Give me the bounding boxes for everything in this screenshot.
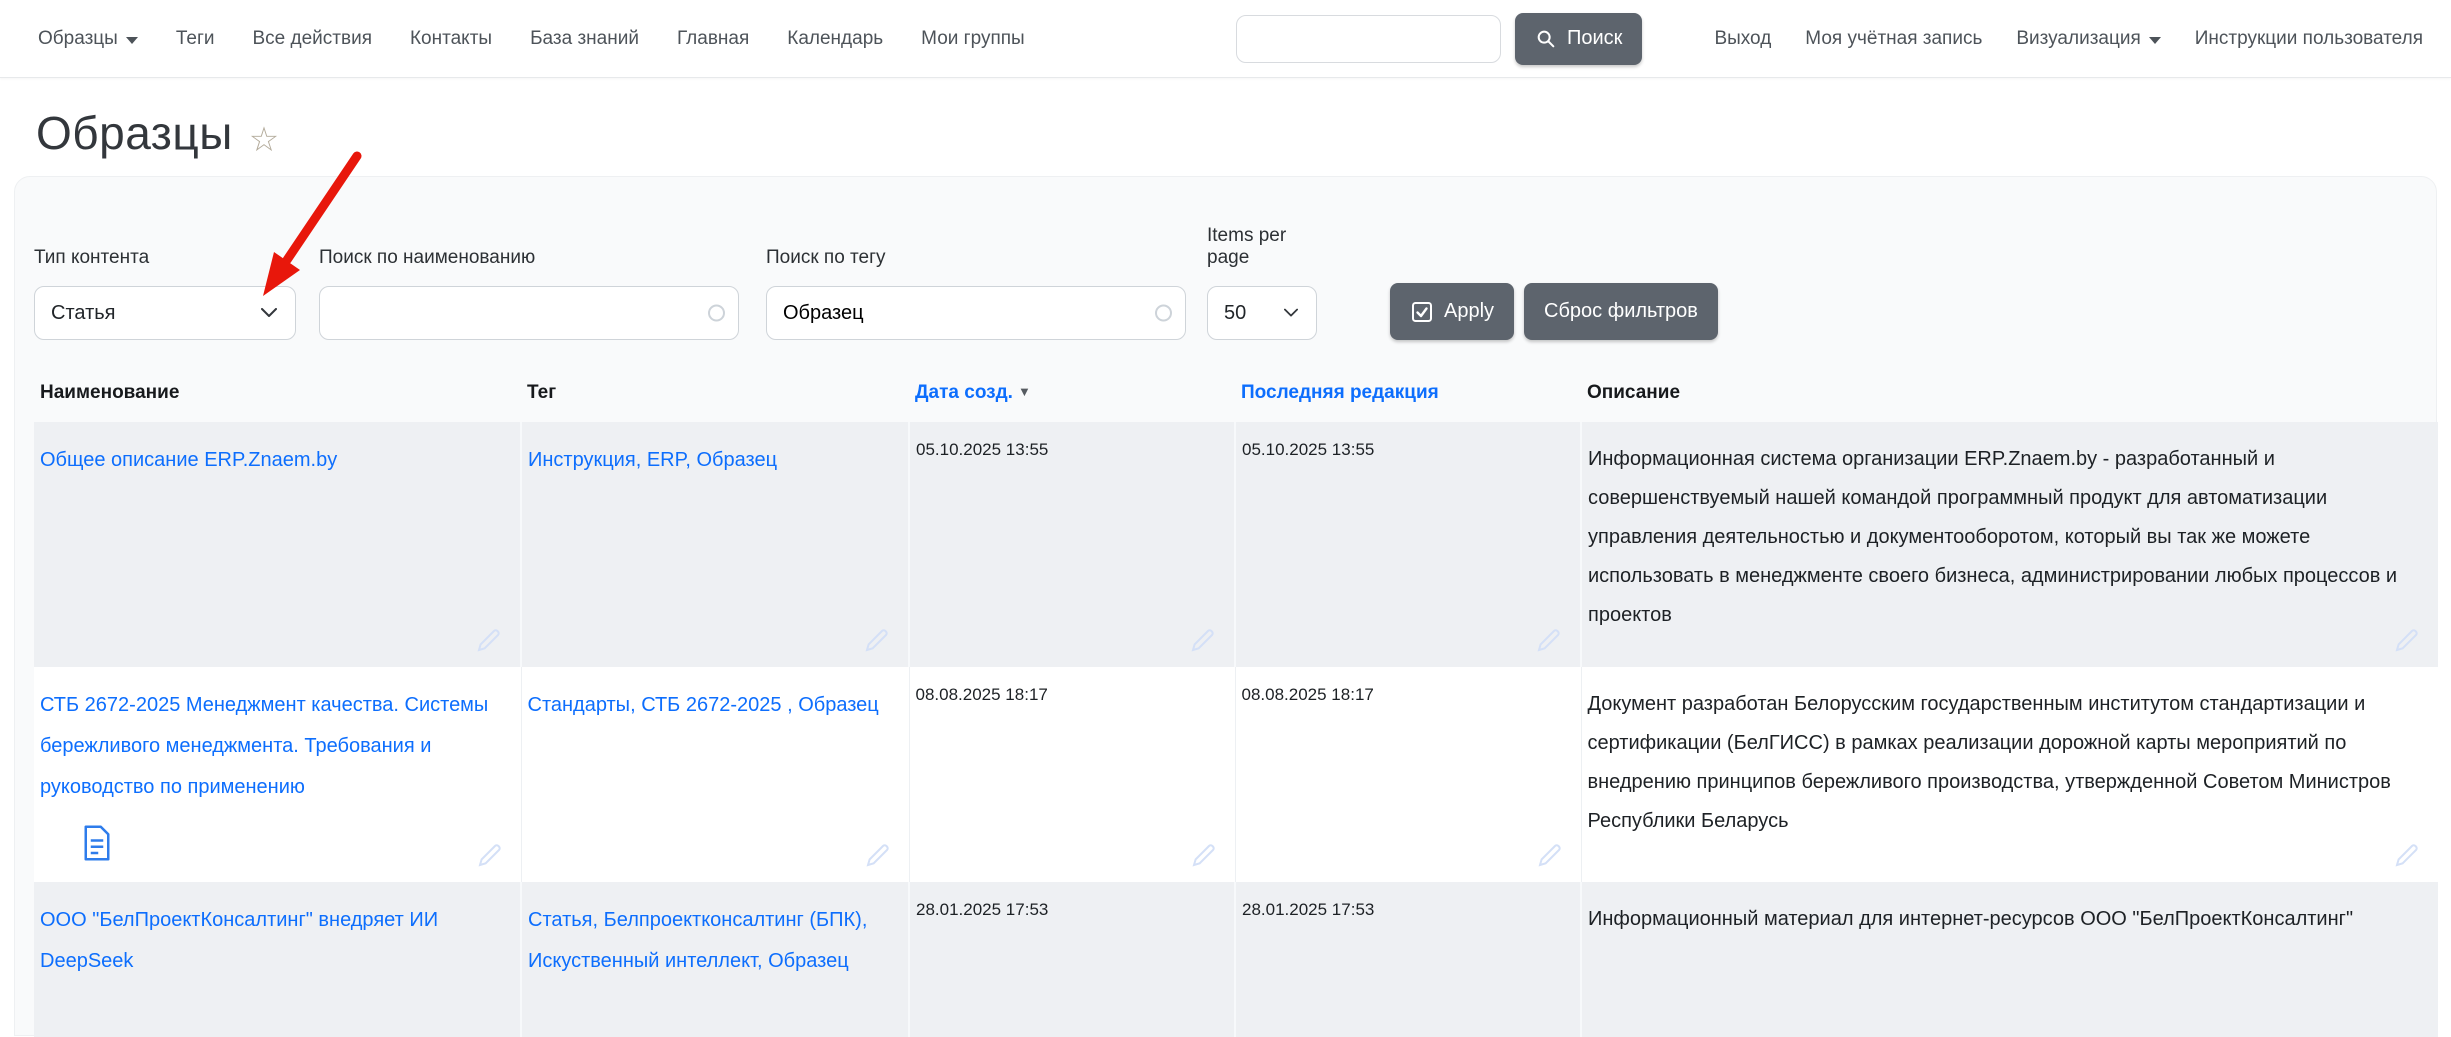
top-navbar: Образцы Теги Все действия Контакты База …	[0, 0, 2451, 78]
reset-filters-label: Сброс фильтров	[1544, 300, 1698, 323]
chevron-down-icon	[261, 308, 277, 318]
cell-name: Общее описание ERP.Znaem.by	[34, 422, 521, 667]
content-type-select[interactable]: Статья	[34, 286, 296, 340]
cell-created-date: 05.10.2025 13:55	[909, 422, 1235, 667]
column-header-description: Описание	[1581, 366, 2438, 422]
search-tag-input[interactable]	[766, 286, 1186, 340]
tag-link[interactable]: Образец	[768, 950, 849, 972]
nav-item-samples-label: Образцы	[38, 28, 118, 50]
reset-filters-button[interactable]: Сброс фильтров	[1524, 283, 1718, 340]
cell-tags: Стандарты, СТБ 2672-2025 , Образец	[521, 667, 909, 882]
column-header-last-edit[interactable]: Последняя редакция	[1235, 366, 1581, 422]
column-header-created[interactable]: Дата созд. ▼	[909, 366, 1235, 422]
favorite-star-icon[interactable]: ☆	[249, 120, 279, 160]
search-button[interactable]: Поиск	[1515, 13, 1642, 65]
nav-item-tags[interactable]: Теги	[176, 28, 215, 50]
nav-item-visualization[interactable]: Визуализация	[2016, 28, 2160, 50]
items-per-page-select[interactable]: 50	[1207, 286, 1317, 340]
tag-link[interactable]: ERP	[647, 449, 686, 471]
sample-title-link[interactable]: СТБ 2672-2025 Менеджмент качества. Систе…	[40, 694, 488, 798]
edit-pencil-icon[interactable]	[474, 625, 504, 655]
edit-pencil-icon[interactable]	[863, 840, 893, 870]
edit-pencil-icon[interactable]	[2392, 840, 2422, 870]
sort-desc-icon: ▼	[1018, 384, 1031, 399]
cell-created-date: 08.08.2025 18:17	[909, 667, 1235, 882]
nav-item-samples[interactable]: Образцы	[38, 28, 138, 50]
cell-name: СТБ 2672-2025 Менеджмент качества. Систе…	[34, 667, 521, 882]
content-type-value: Статья	[51, 302, 115, 325]
nav-item-knowledge-base[interactable]: База знаний	[530, 28, 639, 50]
edit-pencil-icon[interactable]	[1535, 840, 1565, 870]
edit-pencil-icon[interactable]	[2392, 625, 2422, 655]
tag-link[interactable]: Образец	[696, 449, 777, 471]
tag-link[interactable]: Стандарты	[528, 694, 631, 716]
column-header-tag: Тег	[521, 366, 909, 422]
document-icon[interactable]	[82, 824, 112, 862]
nav-item-home[interactable]: Главная	[677, 28, 749, 50]
tag-link[interactable]: Образец	[798, 694, 879, 716]
content-panel: Тип контента Статья Поиск по наименовани…	[14, 176, 2437, 1036]
search-tag-label: Поиск по тегу	[766, 247, 1186, 269]
sample-title-link[interactable]: Общее описание ERP.Znaem.by	[40, 449, 337, 471]
filter-bar: Тип контента Статья Поиск по наименовани…	[34, 225, 2436, 340]
table-row: СТБ 2672-2025 Менеджмент качества. Систе…	[34, 667, 2438, 882]
table-row: Общее описание ERP.Znaem.by Инструкция, …	[34, 422, 2438, 667]
edit-pencil-icon[interactable]	[1534, 625, 1564, 655]
clear-circle-icon[interactable]	[708, 305, 725, 322]
edit-pencil-icon[interactable]	[1189, 840, 1219, 870]
cell-edited-date: 28.01.2025 17:53	[1235, 882, 1581, 1037]
tag-link[interactable]: Искуственный интеллект	[528, 950, 757, 972]
nav-item-my-account[interactable]: Моя учётная запись	[1805, 28, 1982, 50]
search-name-label: Поиск по наименованию	[319, 247, 739, 269]
tag-link[interactable]: Белпроектконсалтинг (БПК)	[604, 909, 862, 931]
cell-tags: Инструкция, ERP, Образец	[521, 422, 909, 667]
clear-circle-icon[interactable]	[1155, 305, 1172, 322]
cell-name: ООО "БелПроектКонсалтинг" внедряет ИИ De…	[34, 882, 521, 1037]
nav-item-contacts[interactable]: Контакты	[410, 28, 492, 50]
nav-item-user-instructions[interactable]: Инструкции пользователя	[2195, 28, 2423, 50]
edit-pencil-icon[interactable]	[475, 840, 505, 870]
column-header-name: Наименование	[34, 366, 521, 422]
nav-item-calendar[interactable]: Календарь	[787, 28, 883, 50]
table-row: ООО "БелПроектКонсалтинг" внедряет ИИ De…	[34, 882, 2438, 1037]
items-per-page-label: Items per page	[1207, 225, 1317, 269]
cell-edited-date: 08.08.2025 18:17	[1235, 667, 1581, 882]
cell-description: Информационный материал для интернет-рес…	[1581, 882, 2438, 1037]
apply-button-label: Apply	[1444, 300, 1494, 323]
tag-link[interactable]: Статья	[528, 909, 592, 931]
nav-item-all-actions[interactable]: Все действия	[253, 28, 372, 50]
edit-pencil-icon[interactable]	[1188, 625, 1218, 655]
sample-title-link[interactable]: ООО "БелПроектКонсалтинг" внедряет ИИ De…	[40, 909, 438, 972]
checkbox-checked-icon	[1410, 300, 1434, 324]
column-header-created-label: Дата созд.	[915, 382, 1013, 403]
page-title: Образцы	[36, 106, 233, 160]
search-icon	[1535, 28, 1557, 50]
search-button-label: Поиск	[1567, 27, 1622, 50]
samples-table: Наименование Тег Дата созд. ▼ Последняя р…	[34, 366, 2438, 1037]
caret-down-icon	[126, 37, 138, 44]
nav-item-logout[interactable]: Выход	[1714, 28, 1771, 50]
cell-tags: Статья, Белпроектконсалтинг (БПК), Искус…	[521, 882, 909, 1037]
cell-description: Информационная система организации ERP.Z…	[1581, 422, 2438, 667]
chevron-down-icon	[1284, 308, 1298, 318]
items-per-page-value: 50	[1224, 302, 1246, 325]
cell-description: Документ разработан Белорусским государс…	[1581, 667, 2438, 882]
apply-button[interactable]: Apply	[1390, 283, 1514, 340]
nav-item-my-groups[interactable]: Мои группы	[921, 28, 1025, 50]
nav-item-visualization-label: Визуализация	[2016, 28, 2140, 50]
content-type-label: Тип контента	[34, 247, 296, 269]
edit-pencil-icon[interactable]	[862, 625, 892, 655]
cell-created-date: 28.01.2025 17:53	[909, 882, 1235, 1037]
caret-down-icon	[2149, 37, 2161, 44]
tag-link[interactable]: СТБ 2672-2025	[641, 694, 787, 716]
global-search-input[interactable]	[1236, 15, 1501, 63]
search-name-input[interactable]	[319, 286, 739, 340]
cell-edited-date: 05.10.2025 13:55	[1235, 422, 1581, 667]
tag-link[interactable]: Инструкция	[528, 449, 636, 471]
